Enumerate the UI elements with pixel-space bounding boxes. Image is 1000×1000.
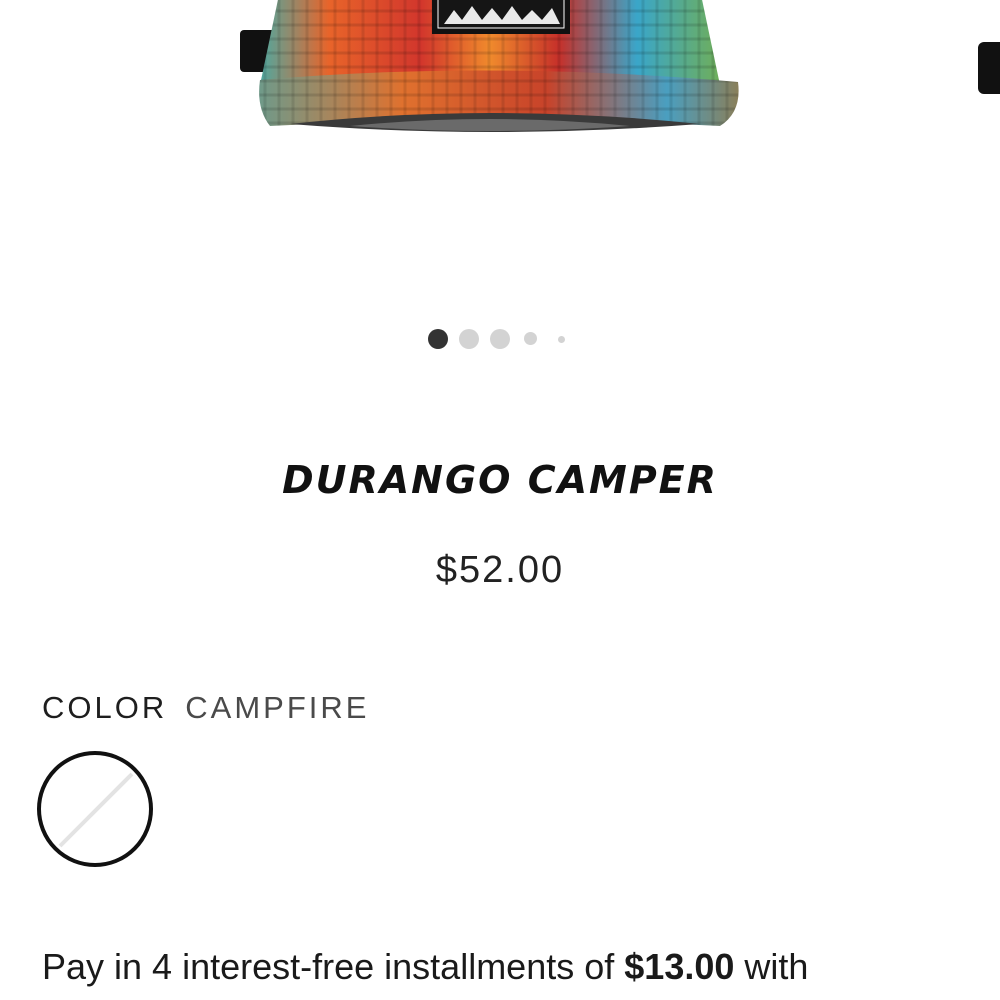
product-price: $52.00 — [435, 549, 565, 591]
gallery-dot-4[interactable] — [524, 332, 537, 345]
color-label: COLOR — [42, 690, 168, 725]
gallery-dot-3[interactable] — [490, 329, 510, 349]
color-swatch-campfire[interactable] — [36, 750, 154, 868]
installments-suffix: with — [744, 946, 809, 987]
gallery-dot-2[interactable] — [459, 329, 479, 349]
selected-color-name: CAMPFIRE — [185, 690, 370, 725]
installments-message: Pay in 4 interest-free installments of $… — [42, 946, 808, 988]
installments-text: Pay in 4 interest-free installments of — [42, 946, 615, 987]
product-image-gallery[interactable] — [0, 0, 1000, 300]
next-slide-preview[interactable] — [972, 30, 1000, 110]
installment-amount: $13.00 — [624, 946, 735, 987]
gallery-dot-5[interactable] — [558, 336, 565, 343]
color-option-row: COLOR CAMPFIRE — [42, 690, 369, 726]
gallery-pagination[interactable] — [0, 326, 1000, 352]
plaid-camper-hat-image[interactable] — [230, 0, 750, 160]
product-title: DURANGO CAMPER — [282, 458, 718, 502]
gallery-dot-1[interactable] — [428, 329, 448, 349]
